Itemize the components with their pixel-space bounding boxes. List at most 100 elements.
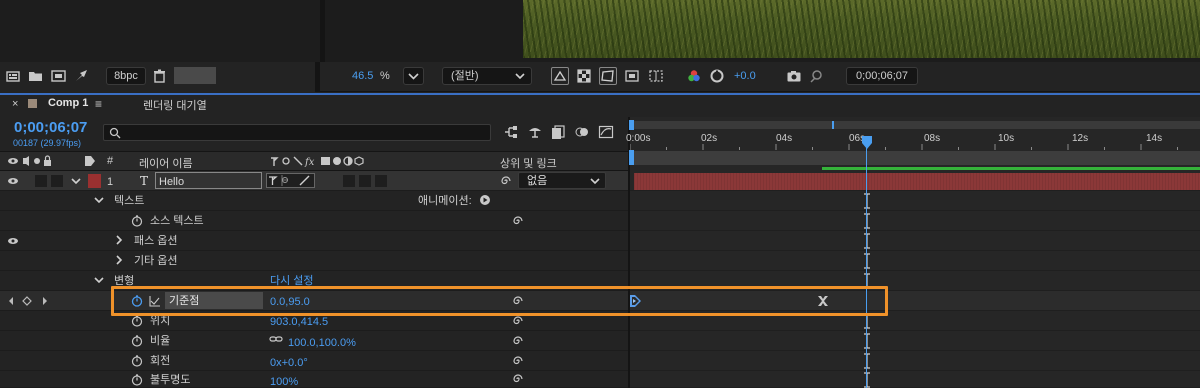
close-tab-icon[interactable]: × [12, 98, 18, 110]
reset-exposure-icon[interactable] [709, 68, 725, 84]
stopwatch-icon[interactable] [131, 335, 143, 347]
twirl-right-icon[interactable] [114, 255, 124, 265]
eye-icon[interactable] [7, 235, 19, 247]
lock-switch[interactable] [51, 175, 63, 187]
parent-value: 없음 [527, 175, 548, 187]
pick-whip-icon[interactable] [512, 355, 524, 367]
new-composition-icon[interactable] [51, 68, 67, 84]
twirl-down-icon[interactable] [94, 275, 104, 285]
pick-whip-icon[interactable] [512, 315, 524, 327]
property-row[interactable]: 불투명도 100% [0, 371, 628, 388]
time-navigator[interactable] [632, 121, 1200, 129]
playhead-line[interactable] [866, 138, 867, 388]
solo-switch[interactable] [35, 175, 47, 187]
layer-search-input[interactable] [103, 124, 491, 141]
ruler-label: 0:00s [626, 133, 651, 144]
region-of-interest-icon[interactable] [624, 68, 640, 84]
current-time-display[interactable]: 0;00;06;07 [846, 67, 918, 85]
render-icon[interactable] [74, 68, 90, 84]
position-value[interactable]: 903.0,414.5 [270, 315, 328, 329]
guides-icon[interactable] [648, 68, 664, 84]
zoom-value[interactable]: 46.5 [352, 70, 373, 82]
layer-row[interactable]: 1 T Hello 없음 [0, 171, 628, 191]
layer-track[interactable] [630, 171, 1200, 191]
interpret-footage-icon[interactable] [6, 68, 22, 84]
scale-value[interactable]: 100.0,100.0% [288, 336, 356, 350]
property-group-row[interactable]: 텍스트 애니메이션: [0, 191, 628, 211]
property-track [630, 231, 1200, 251]
property-group-row[interactable]: 기타 옵션 [0, 251, 628, 271]
pick-whip-icon[interactable] [512, 373, 524, 385]
parent-link-header[interactable]: 상위 및 링크 [500, 155, 557, 171]
comp-tab-title[interactable]: Comp 1 [48, 97, 88, 109]
resolution-value: (절반) [451, 70, 479, 82]
pick-whip-icon[interactable] [512, 335, 524, 347]
opacity-value[interactable]: 100% [270, 375, 298, 388]
3d-layer-switch[interactable] [375, 175, 387, 187]
property-track [630, 211, 1200, 231]
motion-blur-icon[interactable] [574, 124, 590, 140]
layer-duration-bar[interactable] [634, 173, 1200, 190]
layer-switches[interactable] [266, 173, 316, 188]
comp-flowchart-icon[interactable] [503, 124, 519, 140]
work-area-start[interactable] [629, 150, 634, 165]
layer-label-color[interactable] [88, 174, 101, 188]
property-row[interactable]: 소스 텍스트 [0, 211, 628, 231]
tab-menu-icon[interactable]: ≡ [95, 97, 102, 111]
property-row[interactable]: 비율 100.0,100.0% [0, 331, 628, 351]
fast-previews-icon[interactable] [551, 67, 569, 85]
animate-play-icon[interactable] [479, 194, 491, 206]
draft-3d-icon[interactable] [527, 124, 543, 140]
stopwatch-icon[interactable] [131, 215, 143, 227]
playhead-handle[interactable] [861, 136, 873, 150]
label-tag-icon [84, 155, 96, 167]
frame-info: 00187 (29.97fps) [13, 138, 82, 148]
work-area-bar[interactable] [634, 151, 1200, 165]
constrain-link-icon[interactable] [269, 334, 283, 344]
frame-blending-icon[interactable] [550, 124, 566, 140]
pick-whip-icon[interactable] [512, 215, 524, 227]
bit-depth-button[interactable]: 8bpc [106, 67, 146, 85]
source-text-label: 소스 텍스트 [150, 215, 204, 227]
twirl-down-icon[interactable] [94, 195, 104, 205]
render-queue-tab[interactable]: 렌더링 대기열 [143, 97, 207, 113]
show-snapshot-icon[interactable] [808, 68, 824, 84]
trash-icon[interactable] [152, 68, 168, 84]
motion-blur-switch[interactable] [343, 175, 355, 187]
layer-name-header[interactable]: 레이어 이름 [139, 155, 193, 171]
transparency-grid-icon[interactable] [576, 68, 592, 84]
eye-icon[interactable] [7, 175, 19, 187]
graph-editor-icon[interactable] [598, 124, 614, 140]
rotation-value[interactable]: 0x+0.0° [270, 356, 308, 370]
new-folder-icon[interactable] [28, 68, 44, 84]
layer-name-field[interactable]: Hello [155, 172, 262, 189]
stopwatch-icon[interactable] [131, 355, 143, 367]
property-row[interactable]: 회전 0x+0.0° [0, 351, 628, 371]
adjustment-switch[interactable] [359, 175, 371, 187]
property-group-row[interactable]: 패스 옵션 [0, 231, 628, 251]
parent-dropdown[interactable]: 없음 [518, 172, 606, 189]
time-marker-icon [863, 353, 871, 369]
stopwatch-icon[interactable] [131, 374, 143, 386]
animate-menu-label[interactable]: 애니메이션: [418, 194, 472, 208]
mask-visibility-icon[interactable] [599, 67, 617, 85]
channel-icon[interactable] [686, 68, 702, 84]
zoom-dropdown[interactable] [403, 67, 424, 85]
keyframe-navigator[interactable] [8, 296, 48, 306]
stopwatch-icon[interactable] [131, 315, 143, 327]
time-marker-icon [863, 333, 871, 349]
collapse-arrow-icon[interactable] [70, 175, 82, 187]
search-icon [109, 127, 121, 139]
pick-whip-icon[interactable] [500, 175, 512, 187]
highlight-annotation [111, 286, 888, 316]
visibility-column-icon [7, 155, 55, 167]
resolution-dropdown[interactable]: (절반) [442, 67, 532, 85]
chevron-down-icon [408, 73, 419, 80]
navigator-start-handle[interactable] [629, 120, 634, 130]
exposure-value[interactable]: +0.0 [734, 70, 756, 82]
twirl-right-icon[interactable] [114, 235, 124, 245]
snapshot-icon[interactable] [786, 68, 802, 84]
comp-color-label [28, 99, 37, 108]
current-time-code[interactable]: 0;00;06;07 [14, 119, 87, 136]
ruler-label: 04s [776, 133, 793, 144]
